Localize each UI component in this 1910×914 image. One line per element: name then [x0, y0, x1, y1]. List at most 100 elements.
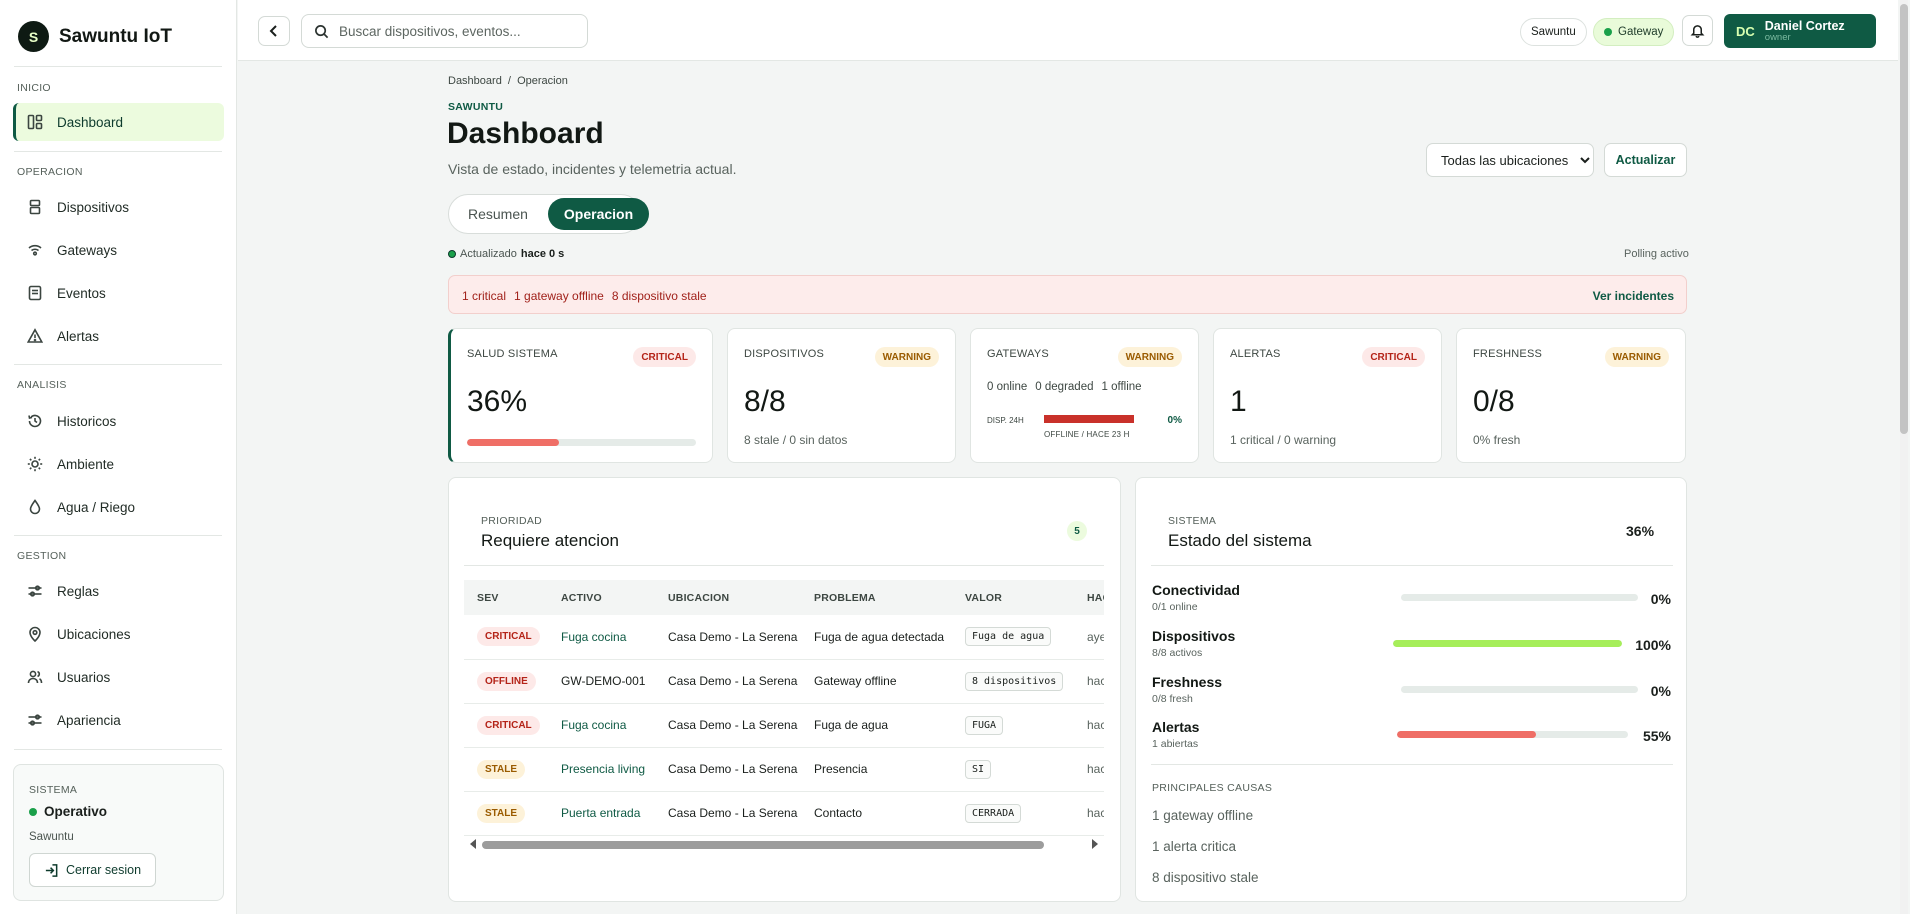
refresh-button[interactable]: Actualizar	[1604, 143, 1687, 177]
gateway-pill[interactable]: Gateway	[1593, 18, 1675, 46]
brand[interactable]: S Sawuntu IoT	[18, 21, 172, 52]
cause-item: 1 alerta critica	[1152, 839, 1237, 854]
kpi-dispositivos[interactable]: DISPOSITIVOS WARNING 8/8 8 stale / 0 sin…	[727, 328, 956, 463]
system-status: Operativo	[29, 804, 107, 819]
column-header[interactable]: SEV	[464, 580, 548, 615]
cell-ago: hace	[1074, 703, 1104, 748]
sidebar-item-gateways[interactable]: Gateways	[13, 231, 224, 269]
incident-item: 1 critical	[462, 289, 507, 303]
notifications-button[interactable]	[1682, 15, 1713, 46]
kpi-value: 36%	[467, 385, 528, 418]
user-info: Daniel Cortez owner	[1765, 19, 1845, 43]
kpi-sub: 1 critical / 0 warning	[1230, 433, 1337, 447]
system-state-panel: SISTEMA Estado del sistema 36% Conectivi…	[1135, 477, 1687, 902]
sidebar-item-apariencia[interactable]: Apariencia	[13, 701, 224, 739]
sidebar-item-ubicaciones[interactable]: Ubicaciones	[13, 615, 224, 653]
view-incidents-link[interactable]: Ver incidentes	[1593, 289, 1674, 303]
metric-progress-bar	[1393, 640, 1622, 647]
cell-problem: Fuga de agua	[801, 703, 952, 748]
column-header[interactable]: PROBLEMA	[801, 580, 952, 615]
tenant-pill[interactable]: Sawuntu	[1520, 18, 1587, 46]
cell-asset[interactable]: Fuga cocina	[548, 615, 655, 660]
nav-section-label: OPERACION	[17, 166, 83, 178]
page-title: Dashboard	[447, 117, 604, 150]
system-status-card: SISTEMA Operativo Sawuntu Cerrar sesion	[13, 764, 224, 901]
sidebar-item-label: Historicos	[57, 413, 117, 429]
scroll-left-icon[interactable]	[470, 839, 476, 849]
cell-asset[interactable]: Puerta entrada	[548, 791, 655, 836]
sidebar-item-agua-riego[interactable]: Agua / Riego	[13, 488, 224, 526]
metric-progress-fill	[1397, 731, 1536, 738]
page-scrollbar-thumb[interactable]	[1900, 4, 1908, 434]
location-icon	[29, 626, 41, 642]
metric-value: 0%	[1650, 591, 1671, 607]
page-scrollbar[interactable]	[1900, 0, 1908, 914]
cause-item: 8 dispositivo stale	[1152, 870, 1259, 885]
panel-title: Requiere atencion	[481, 531, 619, 550]
gateway-online: 0 online	[987, 381, 1028, 393]
sidebar-item-ambiente[interactable]: Ambiente	[13, 445, 224, 483]
table-row[interactable]: STALE Puerta entrada Casa Demo - La Serena…	[464, 791, 1104, 836]
search-box[interactable]	[301, 14, 588, 48]
table-row[interactable]: CRITICAL Fuga cocina Casa Demo - La Serena…	[464, 615, 1104, 660]
logout-button[interactable]: Cerrar sesion	[29, 853, 157, 887]
gateway-availability-bar	[1044, 415, 1134, 423]
kpi-value: 8/8	[744, 385, 786, 418]
sidebar-item-dashboard[interactable]: Dashboard	[13, 103, 224, 141]
metric-sub: 0/1 online	[1152, 601, 1198, 613]
count-badge: 5	[1067, 521, 1087, 541]
sidebar-item-eventos[interactable]: Eventos	[13, 274, 224, 312]
back-button[interactable]	[258, 16, 290, 46]
column-header[interactable]: HACE	[1074, 580, 1104, 615]
cell-sev: STALE	[464, 747, 548, 792]
sidebar-item-dispositivos[interactable]: Dispositivos	[13, 188, 224, 226]
kpi-salud-sistema[interactable]: SALUD SISTEMA CRITICAL 36%	[448, 328, 713, 463]
severity-badge: STALE	[477, 759, 526, 779]
metric-name: Alertas	[1152, 719, 1200, 735]
priority-table-wrapper[interactable]: SEV ACTIVO UBICACION PROBLEMA VALOR HACE…	[464, 580, 1104, 870]
sidebar-item-alertas[interactable]: Alertas	[13, 317, 224, 355]
table-row[interactable]: OFFLINE GW-DEMO-001 Casa Demo - La Serena G…	[464, 659, 1104, 704]
sidebar-item-reglas[interactable]: Reglas	[13, 572, 224, 610]
cell-asset[interactable]: Presencia living	[548, 747, 655, 792]
table-row[interactable]: STALE Presencia living Casa Demo - La Sere…	[464, 747, 1104, 792]
user-menu[interactable]: DC Daniel Cortez owner	[1724, 14, 1876, 48]
system-tenant: Sawuntu	[29, 831, 74, 843]
kpi-freshness[interactable]: FRESHNESS WARNING 0/8 0% fresh	[1456, 328, 1686, 463]
dashboard-icon	[27, 114, 43, 130]
scroll-right-icon[interactable]	[1092, 839, 1098, 849]
kpi-alertas[interactable]: ALERTAS CRITICAL 1 1 critical / 0 warnin…	[1213, 328, 1442, 463]
cell-asset[interactable]: Fuga cocina	[548, 703, 655, 748]
column-header[interactable]: VALOR	[952, 580, 1074, 615]
divider	[14, 364, 222, 365]
tab-resumen[interactable]: Resumen	[452, 198, 544, 230]
kpi-label: GATEWAYS	[987, 348, 1049, 360]
water-drop-icon	[29, 499, 41, 515]
tab-operacion[interactable]: Operacion	[547, 198, 650, 230]
view-tabs: Resumen Operacion	[448, 194, 650, 234]
table-row[interactable]: CRITICAL Fuga cocina Casa Demo - La Serena…	[464, 703, 1104, 748]
status-badge: CRITICAL	[1362, 347, 1425, 367]
table-horizontal-scrollbar[interactable]	[464, 837, 1104, 851]
kpi-gateways[interactable]: GATEWAYS WARNING 0 online 0 degraded 1 o…	[970, 328, 1199, 463]
tenant-pill-label: Sawuntu	[1531, 26, 1576, 38]
sidebar-item-usuarios[interactable]: Usuarios	[13, 658, 224, 696]
severity-badge: CRITICAL	[477, 715, 540, 735]
panel-eyebrow: SISTEMA	[1168, 515, 1217, 527]
column-header[interactable]: ACTIVO	[548, 580, 655, 615]
sidebar-item-label: Usuarios	[57, 669, 111, 685]
gateway-availability-label: DISP. 24H	[987, 416, 1024, 425]
breadcrumb[interactable]: Dashboard / Operacion	[448, 75, 568, 87]
divider	[464, 565, 1104, 566]
column-header[interactable]: UBICACION	[655, 580, 801, 615]
sidebar-item-label: Alertas	[57, 328, 100, 344]
location-select[interactable]: Todas las ubicaciones	[1426, 143, 1594, 177]
status-dot-icon	[448, 250, 456, 258]
sidebar-item-historicos[interactable]: Historicos	[13, 402, 224, 440]
system-status-text: Operativo	[44, 804, 108, 819]
search-input[interactable]	[339, 23, 569, 39]
incident-banner: 1 critical 1 gateway offline 8 dispositi…	[448, 275, 1687, 314]
table-scrollbar-thumb[interactable]	[482, 841, 1044, 849]
status-badge: WARNING	[874, 347, 939, 367]
sidebar-item-label: Agua / Riego	[57, 499, 136, 515]
